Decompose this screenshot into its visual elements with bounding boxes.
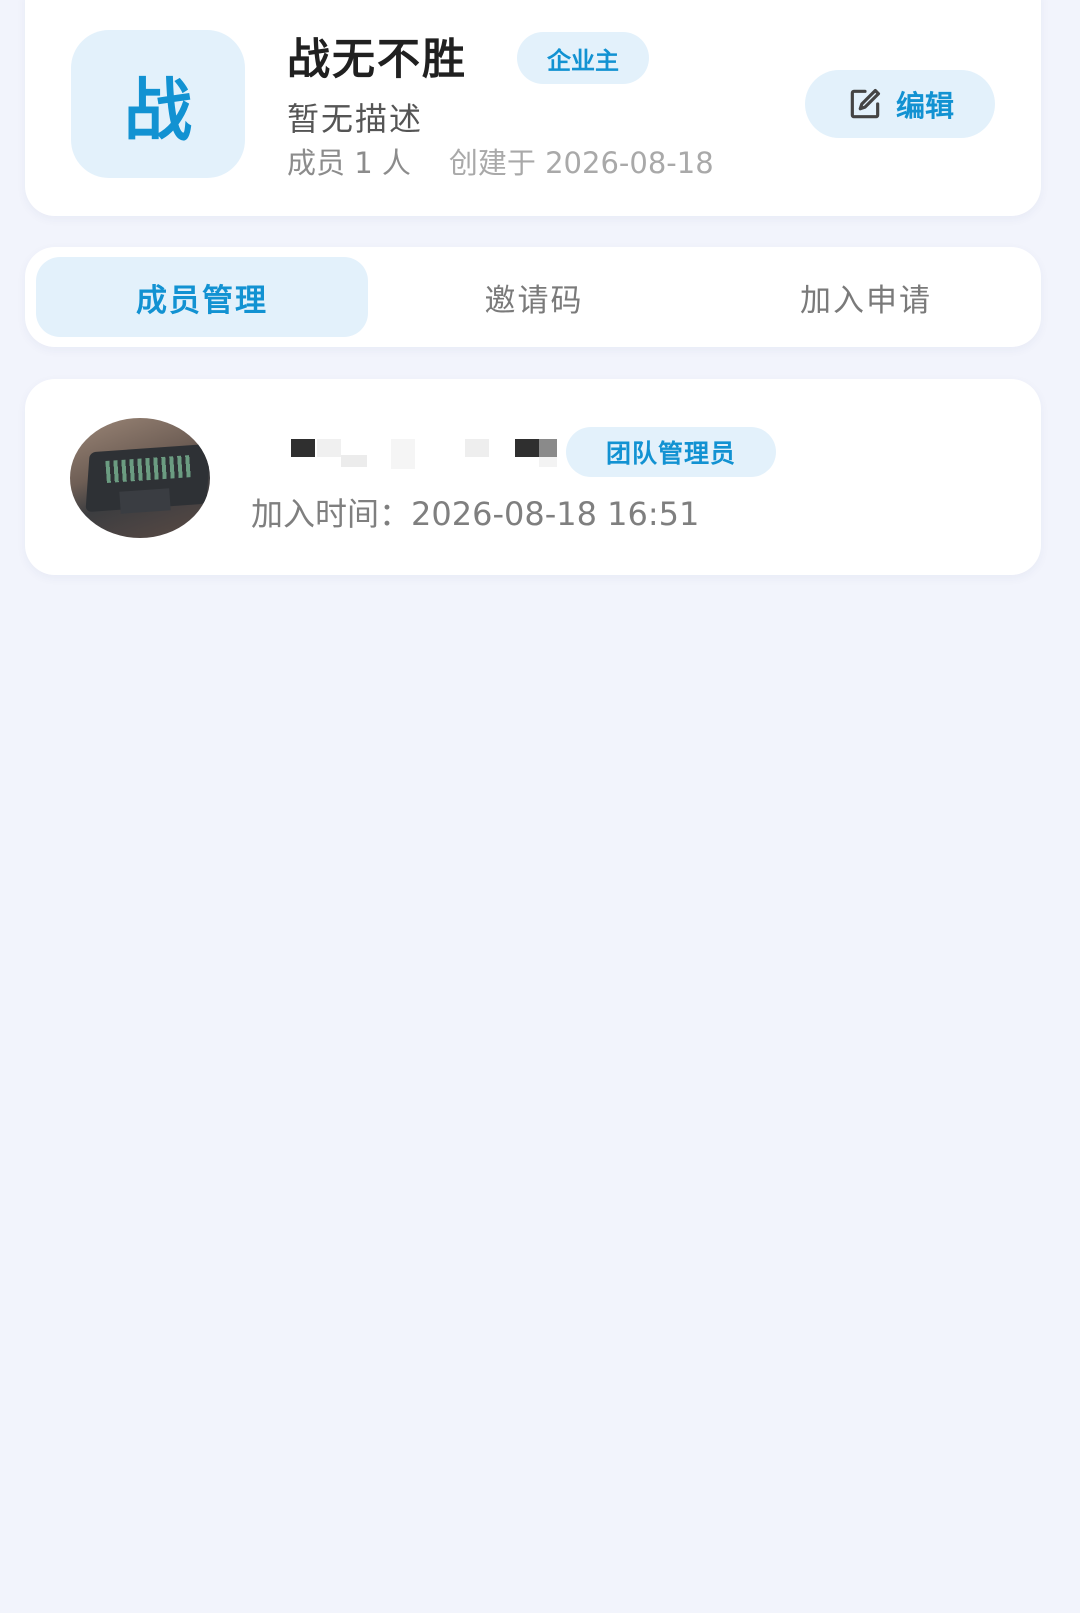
- member-role-badge: 团队管理员: [566, 427, 776, 477]
- member-avatar: [70, 418, 210, 538]
- team-avatar: 战: [71, 30, 245, 178]
- tab-member-management[interactable]: 成员管理: [36, 257, 368, 337]
- team-info-card: 战 战无不胜 企业主 暂无描述 成员 1 人 创建于 2026-08-18 编辑: [25, 0, 1041, 216]
- edit-button[interactable]: 编辑: [805, 70, 995, 138]
- team-name: 战无不胜: [287, 35, 467, 85]
- team-meta: 成员 1 人 创建于 2026-08-18: [287, 140, 714, 182]
- member-count: 成员 1 人: [287, 146, 411, 180]
- edit-label: 编辑: [895, 89, 954, 123]
- owner-badge: 企业主: [517, 32, 649, 84]
- member-name-redacted: [261, 435, 561, 471]
- member-joined-time: 加入时间：2026-08-18 16:51: [251, 495, 700, 533]
- team-description: 暂无描述: [287, 100, 424, 138]
- tab-join-requests[interactable]: 加入申请: [700, 257, 1032, 337]
- edit-icon: [850, 88, 881, 119]
- tab-invite-code[interactable]: 邀请码: [368, 257, 700, 337]
- created-date: 创建于 2026-08-18: [448, 146, 714, 180]
- member-list-item[interactable]: 团队管理员 加入时间：2026-08-18 16:51: [25, 379, 1041, 575]
- tab-bar: 成员管理 邀请码 加入申请: [25, 247, 1041, 347]
